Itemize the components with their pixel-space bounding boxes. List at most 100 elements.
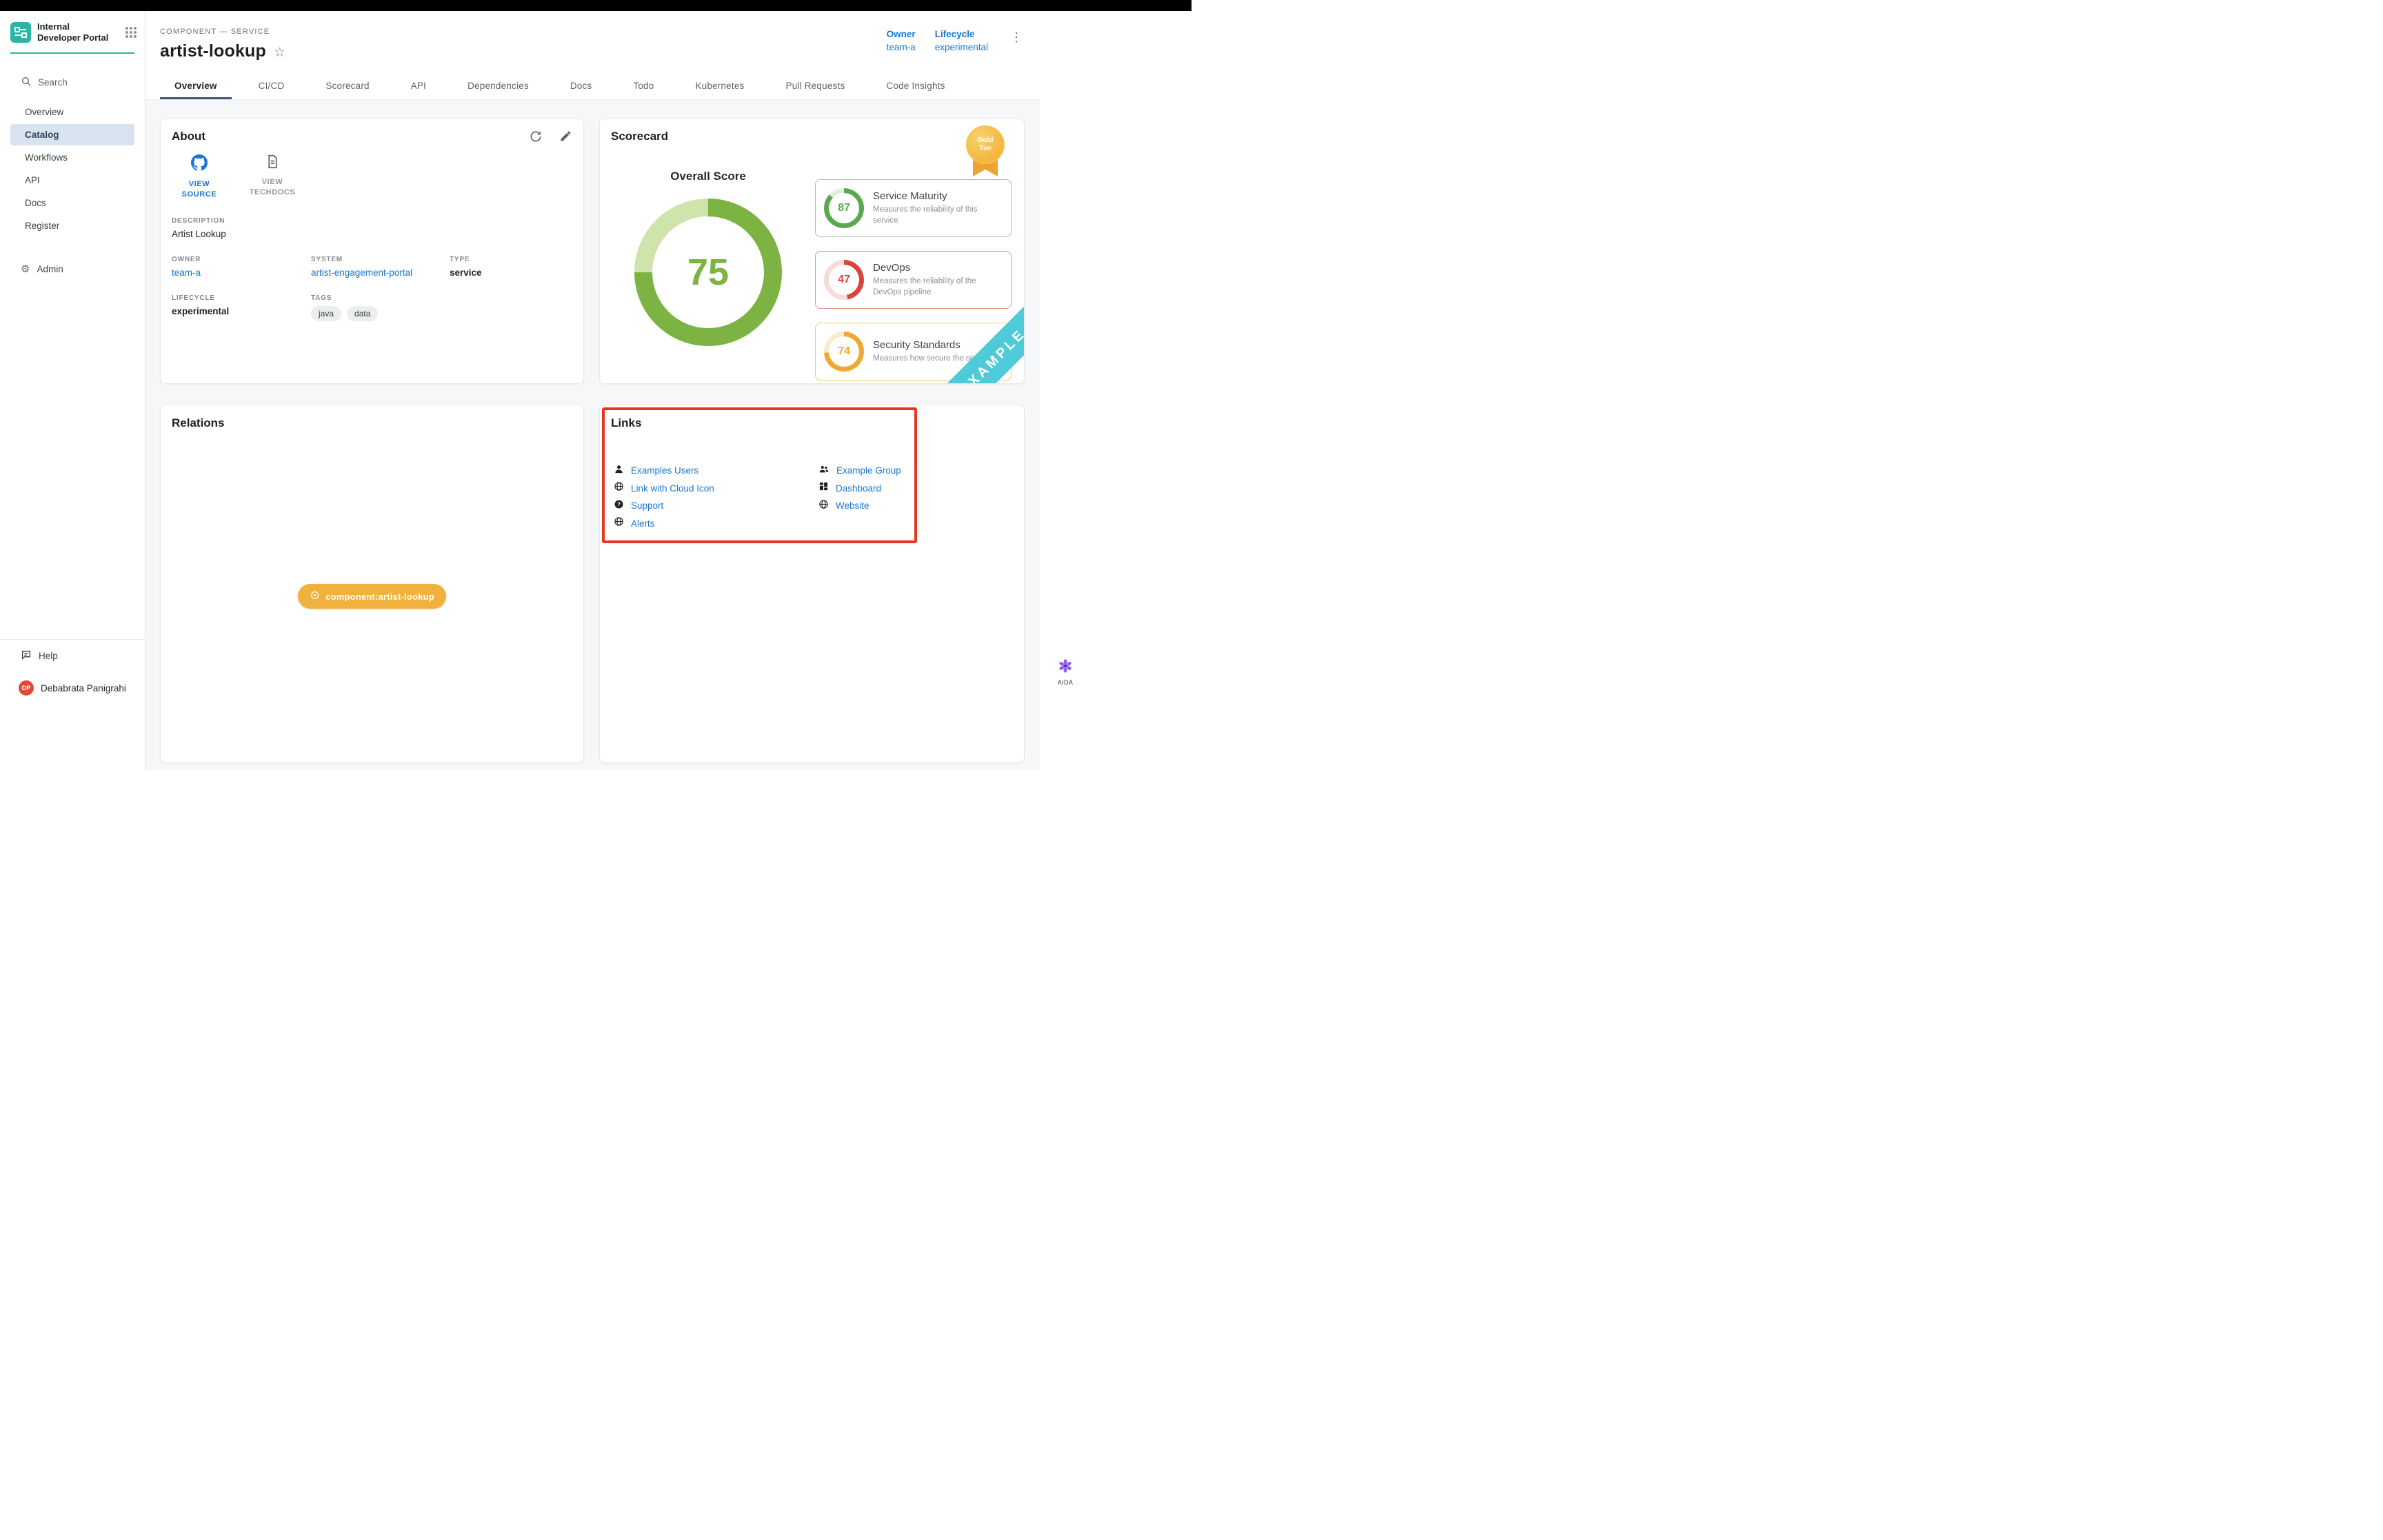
globe-icon <box>818 499 829 513</box>
tags-field: TAGS java data <box>311 294 450 321</box>
content-area: About <box>145 100 1040 770</box>
aida-widget[interactable]: AIDA <box>1048 658 1083 686</box>
lifecycle-meta: Lifecycle experimental <box>935 29 988 52</box>
portal-logo-icon <box>10 22 31 43</box>
globe-icon <box>614 481 624 495</box>
tab-kubernetes[interactable]: Kubernetes <box>681 74 758 99</box>
owner-meta: Owner team-a <box>887 29 916 52</box>
about-title: About <box>161 119 583 143</box>
relations-node-chip[interactable]: component:artist-lookup <box>298 584 446 609</box>
svg-text:?: ? <box>617 501 621 507</box>
overall-score-donut: 75 <box>634 199 782 346</box>
tab-code-insights[interactable]: Code Insights <box>872 74 959 99</box>
type-value: service <box>450 267 572 278</box>
tag-chip[interactable]: data <box>347 306 378 321</box>
system-link[interactable]: artist-engagement-portal <box>311 267 450 278</box>
view-source-button[interactable]: VIEW SOURCE <box>172 154 227 201</box>
help-button[interactable]: Help <box>0 640 145 669</box>
view-source-label: VIEW SOURCE <box>180 179 219 201</box>
link-alerts[interactable]: Alerts <box>631 518 655 529</box>
sidebar-item-overview[interactable]: Overview <box>10 101 134 123</box>
metric-score-ring: 47 <box>824 260 864 300</box>
favorite-star-icon[interactable]: ☆ <box>274 46 285 59</box>
link-dashboard[interactable]: Dashboard <box>836 483 881 494</box>
tab-docs[interactable]: Docs <box>556 74 607 99</box>
document-icon <box>265 154 280 172</box>
metric-description: Measures the reliability of the DevOps p… <box>873 276 1003 298</box>
gear-icon: ⚙ <box>21 264 30 274</box>
search-label: Search <box>38 77 68 88</box>
tag-chip[interactable]: java <box>311 306 341 321</box>
lifecycle-value: experimental <box>172 306 311 316</box>
link-website[interactable]: Website <box>836 500 869 511</box>
description-value: Artist Lookup <box>172 229 572 239</box>
main-area: COMPONENT — SERVICE artist-lookup ☆ Owne… <box>145 11 1192 770</box>
portal-title: Internal Developer Portal <box>37 21 109 44</box>
user-icon <box>614 464 624 478</box>
relations-card: Relations component:artist-lookup <box>160 405 584 763</box>
sidebar-item-api[interactable]: API <box>10 170 134 191</box>
user-profile[interactable]: DP Debabrata Panigrahi <box>0 669 145 701</box>
sidebar-item-admin[interactable]: ⚙ Admin <box>0 259 145 280</box>
tab-overview[interactable]: Overview <box>160 74 232 99</box>
lifecycle-value: experimental <box>935 42 988 52</box>
dashboard-icon <box>818 481 829 495</box>
scorecard-title: Scorecard <box>600 119 1024 143</box>
refresh-icon[interactable] <box>529 130 543 147</box>
lifecycle-label: Lifecycle <box>935 29 988 39</box>
help-chat-icon <box>21 649 32 662</box>
user-avatar: DP <box>19 680 34 696</box>
overall-score-value: 75 <box>634 199 782 346</box>
scorecard-metric[interactable]: 47 DevOps Measures the reliability of th… <box>815 251 1012 309</box>
metric-name: Service Maturity <box>873 190 1003 202</box>
link-with-cloud-icon[interactable]: Link with Cloud Icon <box>631 483 714 494</box>
metric-description: Measures how secure the ser <box>873 354 977 365</box>
metric-score-ring: 87 <box>824 188 864 228</box>
scorecard-card: Scorecard Gold Tier Overall Score <box>599 118 1025 384</box>
tab-scorecard[interactable]: Scorecard <box>311 74 383 99</box>
tab-api[interactable]: API <box>396 74 441 99</box>
logo-accent-underline <box>10 52 134 54</box>
edit-pencil-icon[interactable] <box>559 130 572 147</box>
metric-description: Measures the reliability of this service <box>873 205 1003 226</box>
type-field: TYPE service <box>450 256 572 278</box>
sidebar-item-catalog[interactable]: Catalog <box>10 124 134 145</box>
gold-tier-badge: Gold Tier <box>966 125 1005 164</box>
system-field: SYSTEM artist-engagement-portal <box>311 256 450 278</box>
lifecycle-field: LIFECYCLE experimental <box>172 294 311 321</box>
help-icon: ? <box>614 499 624 513</box>
tab-pull-requests[interactable]: Pull Requests <box>772 74 860 99</box>
aida-label: AIDA <box>1048 679 1083 686</box>
component-node-icon <box>310 590 320 602</box>
sidebar-item-register[interactable]: Register <box>10 215 134 236</box>
sidebar-nav: Overview Catalog Workflows API Docs Regi… <box>0 100 145 238</box>
link-examples-users[interactable]: Examples Users <box>631 465 698 476</box>
link-support[interactable]: Support <box>631 500 663 511</box>
relations-title: Relations <box>161 405 583 430</box>
aida-flower-icon <box>1058 665 1073 676</box>
view-techdocs-label: VIEW TECHDOCS <box>248 177 297 199</box>
tab-cicd[interactable]: CI/CD <box>244 74 299 99</box>
owner-value-link[interactable]: team-a <box>887 42 916 52</box>
owner-field: OWNER team-a <box>172 256 311 278</box>
view-techdocs-button[interactable]: VIEW TECHDOCS <box>245 154 300 201</box>
links-card: Links Examples Users Link with Cloud Ico… <box>599 405 1025 763</box>
kebab-menu-icon[interactable]: ⋮ <box>1007 30 1025 45</box>
sidebar-item-workflows[interactable]: Workflows <box>10 147 134 168</box>
top-black-bar <box>0 0 1192 11</box>
tab-dependencies[interactable]: Dependencies <box>453 74 543 99</box>
help-label: Help <box>39 651 58 661</box>
sidebar-item-docs[interactable]: Docs <box>10 192 134 214</box>
apps-grid-icon[interactable] <box>125 27 137 38</box>
owner-link[interactable]: team-a <box>172 267 311 278</box>
metric-score-ring: 74 <box>824 332 864 372</box>
tab-todo[interactable]: Todo <box>619 74 668 99</box>
admin-label: Admin <box>37 264 63 274</box>
node-label: component:artist-lookup <box>325 591 434 602</box>
description-label: DESCRIPTION <box>172 217 572 225</box>
owner-label: Owner <box>887 29 916 39</box>
scorecard-metric[interactable]: 87 Service Maturity Measures the reliabi… <box>815 179 1012 237</box>
link-example-group[interactable]: Example Group <box>836 465 901 476</box>
sidebar-search[interactable]: Search <box>0 70 145 94</box>
about-card: About <box>160 118 584 384</box>
